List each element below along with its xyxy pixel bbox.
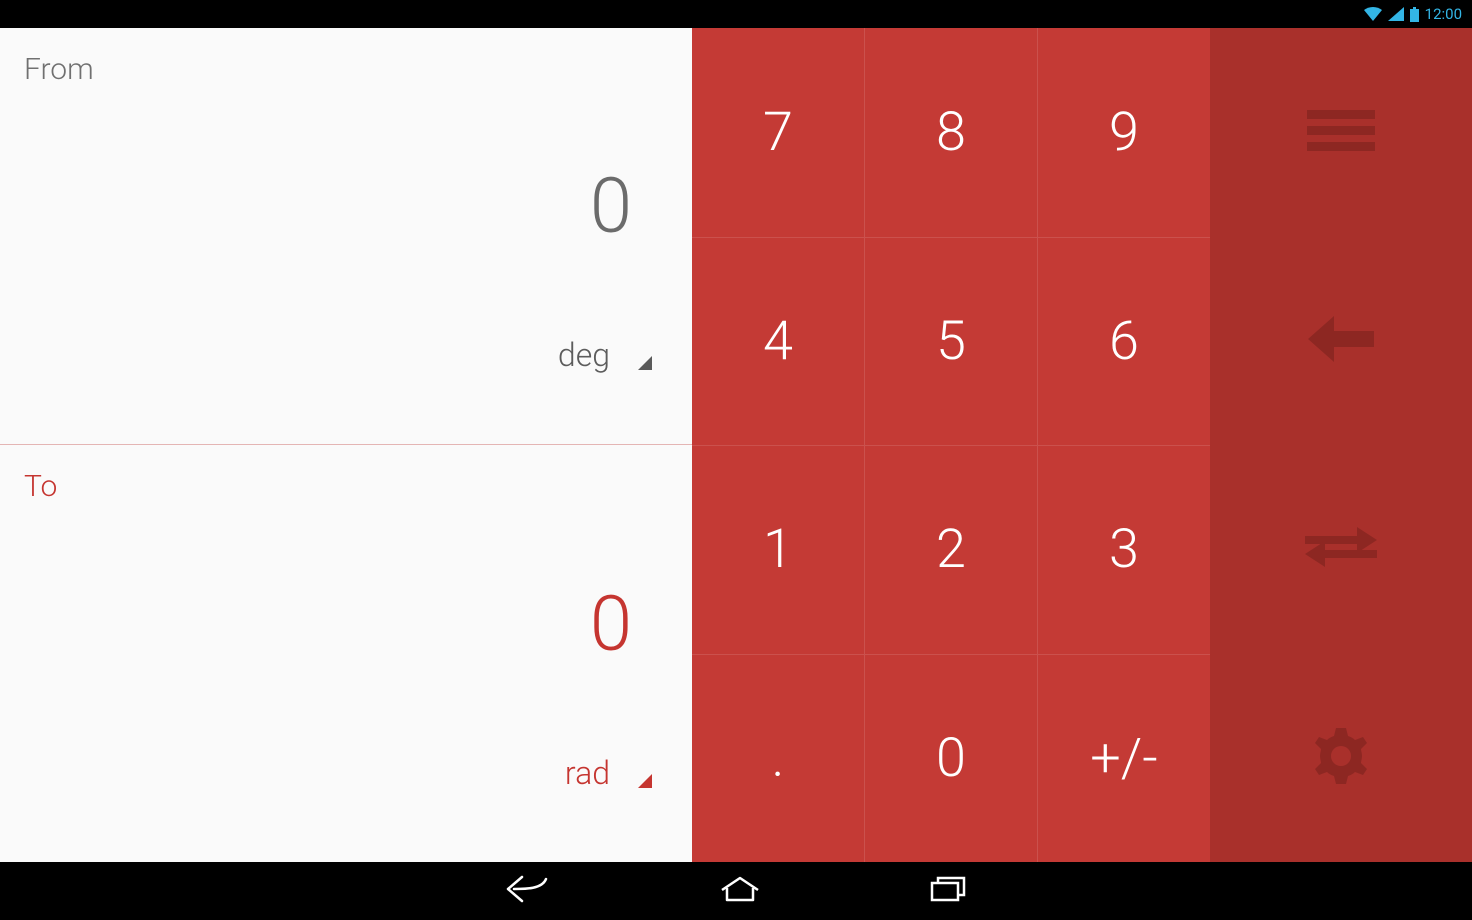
- key-0[interactable]: 0: [865, 654, 1038, 863]
- from-unit-selector[interactable]: deg: [558, 336, 652, 374]
- from-value[interactable]: 0: [590, 161, 632, 251]
- to-section: To 0 rad: [0, 445, 692, 862]
- key-3[interactable]: 3: [1038, 445, 1210, 654]
- battery-icon: [1410, 7, 1419, 22]
- main-content: From 0 deg To 0 rad 7 8 9 4 5 6: [0, 28, 1472, 862]
- arrow-left-icon: [1308, 316, 1374, 366]
- status-time: 12:00: [1425, 5, 1462, 23]
- signal-icon: [1388, 7, 1404, 21]
- menu-button[interactable]: [1210, 28, 1472, 237]
- action-column: [1210, 28, 1472, 862]
- key-7[interactable]: 7: [692, 28, 865, 237]
- key-8[interactable]: 8: [865, 28, 1038, 237]
- to-label: To: [24, 469, 668, 504]
- swap-icon: [1305, 524, 1377, 574]
- status-bar: 12:00: [0, 0, 1472, 28]
- key-5[interactable]: 5: [865, 237, 1038, 446]
- key-4[interactable]: 4: [692, 237, 865, 446]
- home-icon: [720, 876, 760, 906]
- recent-apps-icon: [930, 876, 966, 906]
- from-unit-text: deg: [558, 336, 610, 374]
- to-unit-text: rad: [565, 754, 610, 792]
- to-unit-selector[interactable]: rad: [565, 754, 652, 792]
- dropdown-caret-icon: [638, 356, 652, 370]
- menu-icon: [1307, 106, 1375, 158]
- navigation-bar: [0, 862, 1472, 920]
- nav-back-button[interactable]: [506, 875, 550, 907]
- from-label: From: [24, 52, 668, 87]
- swap-button[interactable]: [1210, 445, 1472, 654]
- from-section: From 0 deg: [0, 28, 692, 445]
- key-2[interactable]: 2: [865, 445, 1038, 654]
- dropdown-caret-icon: [638, 774, 652, 788]
- to-value: 0: [590, 579, 632, 669]
- back-icon: [506, 875, 550, 907]
- converter-panel: From 0 deg To 0 rad: [0, 28, 692, 862]
- key-sign[interactable]: +/-: [1038, 654, 1210, 863]
- key-decimal[interactable]: .: [692, 654, 865, 863]
- keypad: 7 8 9 4 5 6 1 2 3 . 0 +/-: [692, 28, 1210, 862]
- wifi-icon: [1364, 7, 1382, 21]
- key-1[interactable]: 1: [692, 445, 865, 654]
- key-6[interactable]: 6: [1038, 237, 1210, 446]
- settings-button[interactable]: [1210, 654, 1472, 863]
- key-9[interactable]: 9: [1038, 28, 1210, 237]
- gear-icon: [1313, 728, 1369, 788]
- nav-recent-button[interactable]: [930, 876, 966, 906]
- nav-home-button[interactable]: [720, 876, 760, 906]
- backspace-button[interactable]: [1210, 237, 1472, 446]
